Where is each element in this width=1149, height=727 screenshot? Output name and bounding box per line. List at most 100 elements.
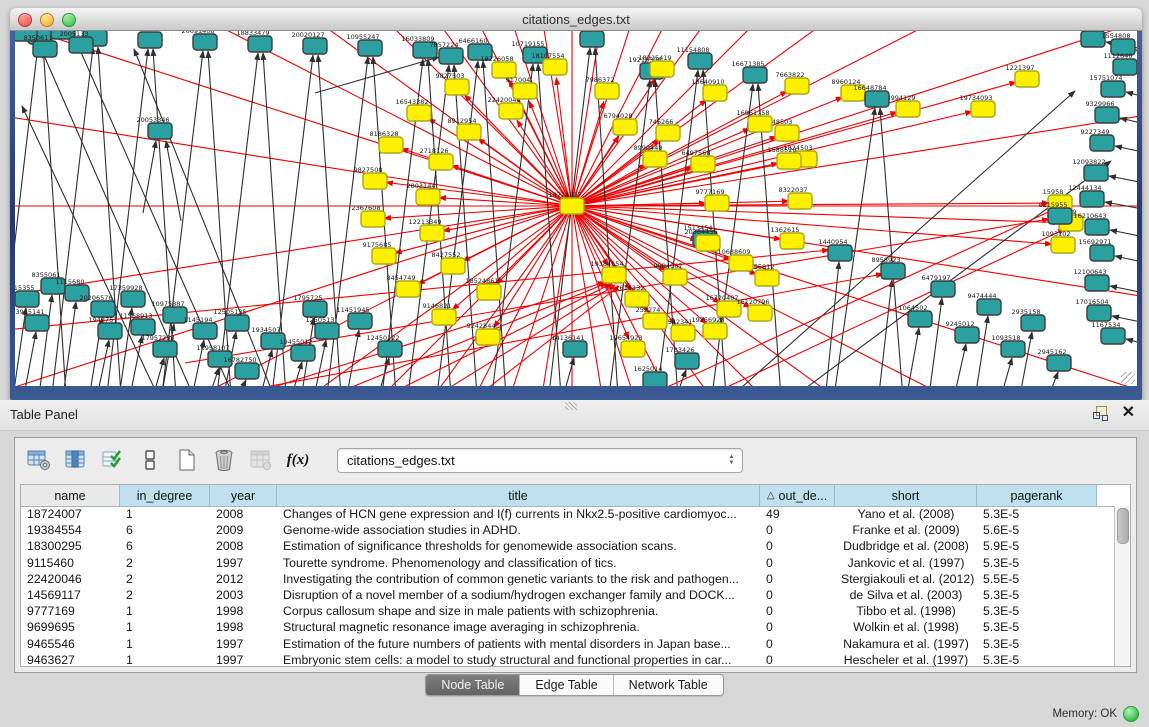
- cell-pagerank[interactable]: 5.3E-5: [977, 620, 1097, 634]
- cell-name[interactable]: 9115460: [21, 556, 120, 570]
- graph-node[interactable]: [457, 124, 481, 140]
- select-rows-icon[interactable]: [99, 446, 127, 474]
- cell-year[interactable]: 1997: [210, 556, 277, 570]
- graph-node[interactable]: [91, 301, 115, 317]
- graph-node[interactable]: [225, 315, 249, 331]
- table-columns-icon[interactable]: [62, 446, 90, 474]
- graph-node[interactable]: [643, 372, 667, 386]
- cell-year[interactable]: 1998: [210, 604, 277, 618]
- graph-node[interactable]: [499, 103, 523, 119]
- cell-out_degree[interactable]: 0: [760, 637, 835, 651]
- graph-node[interactable]: [439, 48, 463, 64]
- graph-node[interactable]: [1101, 328, 1125, 344]
- vertical-scrollbar[interactable]: [1114, 506, 1130, 666]
- graph-node[interactable]: [881, 263, 905, 279]
- cell-short[interactable]: de Silva et al. (2003): [835, 588, 977, 602]
- cell-name[interactable]: 19384554: [21, 523, 120, 537]
- cell-title[interactable]: Disruption of a novel member of a sodium…: [277, 588, 760, 602]
- close-window-button[interactable]: [18, 13, 32, 27]
- graph-node[interactable]: [785, 78, 809, 94]
- window-titlebar[interactable]: citations_edges.txt: [10, 8, 1142, 31]
- cell-pagerank[interactable]: 5.3E-5: [977, 507, 1097, 521]
- graph-node[interactable]: [643, 313, 667, 329]
- cell-out_degree[interactable]: 49: [760, 507, 835, 521]
- graph-node[interactable]: [153, 341, 177, 357]
- splitter-handle[interactable]: [565, 402, 577, 410]
- merge-rows-icon[interactable]: [136, 446, 164, 474]
- cell-name[interactable]: 9463627: [21, 653, 120, 666]
- close-icon[interactable]: ✕: [1122, 406, 1135, 420]
- column-header-name[interactable]: name: [21, 485, 120, 506]
- graph-node[interactable]: [445, 79, 469, 95]
- graph-node[interactable]: [675, 353, 699, 369]
- graph-node[interactable]: [193, 323, 217, 339]
- graph-node[interactable]: [441, 258, 465, 274]
- column-header-year[interactable]: year: [210, 485, 277, 506]
- cell-in_degree[interactable]: 2: [120, 588, 210, 602]
- scrollbar-thumb[interactable]: [1117, 508, 1129, 544]
- cell-title[interactable]: Genome-wide association studies in ADHD.: [277, 523, 760, 537]
- cell-short[interactable]: Wolkin et al. (1998): [835, 620, 977, 634]
- graph-node[interactable]: [691, 156, 715, 172]
- graph-node[interactable]: [513, 83, 537, 99]
- cell-short[interactable]: Jankovic et al. (1997): [835, 556, 977, 570]
- graph-node[interactable]: [303, 38, 327, 54]
- network-canvas[interactable]: 1872400719153501905572420553344206914061…: [15, 31, 1137, 386]
- cell-out_degree[interactable]: 0: [760, 523, 835, 537]
- network-table-select[interactable]: citations_edges.txt ▲▼: [337, 448, 743, 473]
- graph-node[interactable]: [560, 198, 584, 214]
- graph-node[interactable]: [372, 248, 396, 264]
- cell-in_degree[interactable]: 1: [120, 507, 210, 521]
- cell-title[interactable]: Estimation of significance thresholds fo…: [277, 539, 760, 553]
- cell-in_degree[interactable]: 1: [120, 604, 210, 618]
- graph-node[interactable]: [1051, 237, 1075, 253]
- cell-year[interactable]: 2012: [210, 572, 277, 586]
- cell-in_degree[interactable]: 2: [120, 572, 210, 586]
- cell-short[interactable]: Yano et al. (2008): [835, 507, 977, 521]
- graph-node[interactable]: [1085, 219, 1109, 235]
- graph-node[interactable]: [650, 61, 674, 77]
- graph-node[interactable]: [291, 345, 315, 361]
- graph-node[interactable]: [131, 319, 155, 335]
- graph-node[interactable]: [777, 153, 801, 169]
- graph-node[interactable]: [1113, 59, 1137, 75]
- graph-node[interactable]: [543, 59, 567, 75]
- cell-year[interactable]: 1998: [210, 620, 277, 634]
- graph-node[interactable]: [703, 85, 727, 101]
- citation-network-graph[interactable]: 1872400719153501905572420553344206914061…: [15, 31, 1137, 386]
- graph-node[interactable]: [828, 245, 852, 261]
- table-row[interactable]: 1456911722003Disruption of a novel membe…: [21, 587, 1115, 603]
- cell-out_degree[interactable]: 0: [760, 556, 835, 570]
- graph-node[interactable]: [407, 105, 431, 121]
- graph-node[interactable]: [429, 154, 453, 170]
- cell-out_degree[interactable]: 0: [760, 604, 835, 618]
- cell-in_degree[interactable]: 6: [120, 539, 210, 553]
- cell-out_degree[interactable]: 0: [760, 620, 835, 634]
- cell-name[interactable]: 9777169: [21, 604, 120, 618]
- cell-pagerank[interactable]: 5.3E-5: [977, 637, 1097, 651]
- cell-title[interactable]: Estimation of the future numbers of pati…: [277, 637, 760, 651]
- graph-node[interactable]: [420, 225, 444, 241]
- cell-year[interactable]: 2008: [210, 507, 277, 521]
- graph-node[interactable]: [358, 40, 382, 56]
- cell-short[interactable]: Franke et al. (2009): [835, 523, 977, 537]
- graph-node[interactable]: [696, 235, 720, 251]
- cell-title[interactable]: Investigating the contribution of common…: [277, 572, 760, 586]
- graph-node[interactable]: [908, 311, 932, 327]
- cell-out_degree[interactable]: 0: [760, 572, 835, 586]
- graph-node[interactable]: [1001, 341, 1025, 357]
- graph-node[interactable]: [977, 299, 1001, 315]
- table-settings-icon[interactable]: [25, 446, 53, 474]
- cell-year[interactable]: 2009: [210, 523, 277, 537]
- graph-node[interactable]: [1015, 71, 1039, 87]
- cell-name[interactable]: 14569117: [21, 588, 120, 602]
- graph-node[interactable]: [363, 173, 387, 189]
- graph-node[interactable]: [1085, 275, 1109, 291]
- graph-node[interactable]: [476, 329, 500, 345]
- graph-node[interactable]: [1095, 107, 1119, 123]
- cell-year[interactable]: 1997: [210, 637, 277, 651]
- graph-node[interactable]: [955, 327, 979, 343]
- tab-network-table[interactable]: Network Table: [613, 675, 723, 695]
- cell-pagerank[interactable]: 5.3E-5: [977, 604, 1097, 618]
- graph-node[interactable]: [25, 315, 49, 331]
